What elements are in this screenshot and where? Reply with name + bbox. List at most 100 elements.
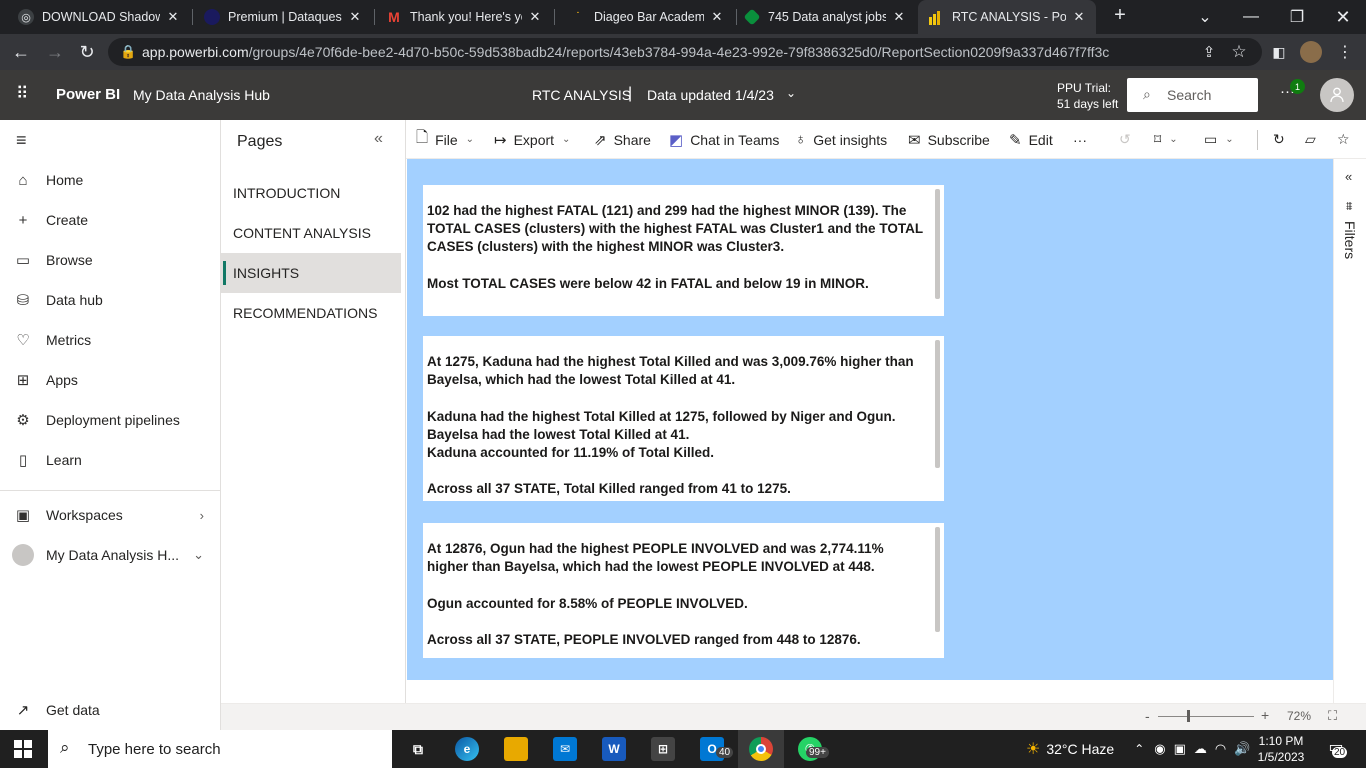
url-bar[interactable]: 🔒 app.powerbi.com/groups/4e70f6de-bee2-4… <box>108 38 1262 66</box>
nav-item-learn[interactable]: ▯ Learn <box>0 440 220 480</box>
zoom-slider-track[interactable] <box>1158 716 1254 717</box>
nav-item-create[interactable]: + Create <box>0 200 220 240</box>
volume-icon[interactable]: 🔊 <box>1234 741 1250 757</box>
windows-start-icon[interactable] <box>14 740 32 761</box>
chat-in-teams-button[interactable]: ◩ Chat in Teams <box>669 120 779 159</box>
word-icon[interactable]: W <box>602 737 626 761</box>
sidepanel-icon[interactable]: ◧ <box>1264 34 1294 70</box>
new-tab-button[interactable]: + <box>1108 4 1132 30</box>
expand-filters-icon[interactable]: « <box>1345 169 1352 184</box>
close-tab-icon[interactable]: ✕ <box>708 9 726 25</box>
page-tab-insights[interactable]: INSIGHTS <box>221 253 401 293</box>
get-data-button[interactable]: ↗ Get data <box>0 690 220 730</box>
nav-item-metrics[interactable]: ♡ Metrics <box>0 320 220 360</box>
record-icon[interactable]: ◉ <box>1154 741 1165 757</box>
nav-item-data-hub[interactable]: ⛁ Data hub <box>0 280 220 320</box>
close-tab-icon[interactable]: ✕ <box>890 9 908 25</box>
weather-text[interactable]: 32°C Haze <box>1046 741 1114 757</box>
reset-icon[interactable]: ↺ <box>1119 120 1131 159</box>
restore-icon[interactable]: ❐ <box>1274 0 1320 34</box>
filters-pane[interactable]: « ⩩ Filters <box>1333 159 1366 730</box>
store-icon[interactable]: ⊞ <box>651 737 675 761</box>
browser-tab-active[interactable]: RTC ANALYSIS - Power ✕ <box>918 0 1096 34</box>
file-menu-button[interactable]: 🗋 File ⌄ <box>416 120 474 159</box>
refresh-icon[interactable]: ↻ <box>1273 120 1285 159</box>
bookmark-star-icon[interactable]: ☆ <box>1224 34 1254 70</box>
browser-tab[interactable]: ◎ DOWNLOAD Shadow ✕ <box>8 0 190 34</box>
fit-to-page-icon[interactable]: ⛶ <box>1328 708 1337 724</box>
forward-icon[interactable]: → <box>40 34 70 70</box>
taskbar-search-input[interactable]: ⌕ Type here to search <box>48 730 392 768</box>
brand-name[interactable]: Power BI <box>56 86 120 103</box>
share-button[interactable]: ⇗ Share <box>594 120 651 159</box>
browser-tab[interactable]: ˙ Diageo Bar Academy ✕ <box>558 0 734 34</box>
app-launcher-icon[interactable]: ⠿ <box>16 84 29 104</box>
onedrive-icon[interactable]: ☁ <box>1194 741 1207 757</box>
nav-item-apps[interactable]: ⊞ Apps <box>0 360 220 400</box>
close-tab-icon[interactable]: ✕ <box>346 9 364 25</box>
collapse-pages-icon[interactable]: « <box>374 130 383 148</box>
close-tab-icon[interactable]: ✕ <box>1070 9 1088 25</box>
export-menu-button[interactable]: ↦ Export ⌄ <box>494 120 570 159</box>
report-action-bar: 🗋 File ⌄ ↦ Export ⌄ ⇗ Share ◩ Chat in Teams ♁ G… <box>406 120 1366 159</box>
minimize-icon[interactable]: — <box>1228 0 1274 34</box>
nav-item-home[interactable]: ⌂ Home <box>0 160 220 200</box>
user-avatar[interactable] <box>1320 78 1354 112</box>
browser-tab[interactable]: Premium | Dataquest ✕ <box>196 0 372 34</box>
zoom-slider-thumb[interactable] <box>1187 710 1190 722</box>
close-tab-icon[interactable]: ✕ <box>526 9 544 25</box>
nav-item-deployment-pipelines[interactable]: ⚙ Deployment pipelines <box>0 400 220 440</box>
comment-icon[interactable]: ▱ <box>1305 120 1316 159</box>
browser-tab[interactable]: 745 Data analyst jobs ✕ <box>740 0 916 34</box>
view-icon[interactable]: ▭ ⌄ <box>1204 120 1234 159</box>
insight-text: Across all 37 STATE, Total Killed ranged… <box>427 481 791 497</box>
reload-icon[interactable]: ↻ <box>72 34 102 70</box>
hamburger-menu-icon[interactable]: ≡ <box>16 130 27 151</box>
page-tab-recommendations[interactable]: RECOMMENDATIONS <box>221 293 401 333</box>
browser-menu-icon[interactable]: ⋮ <box>1330 34 1360 70</box>
profile-avatar[interactable] <box>1300 41 1322 63</box>
mail-icon[interactable]: ✉ <box>553 737 577 761</box>
back-icon[interactable]: ← <box>6 34 36 70</box>
favorite-star-icon[interactable]: ☆ <box>1337 120 1350 159</box>
task-view-icon[interactable]: ⧉ <box>406 737 430 761</box>
chevron-down-icon[interactable]: ⌄ <box>786 86 796 100</box>
get-insights-button[interactable]: ♁ Get insights <box>795 120 887 159</box>
battery-icon[interactable]: ▣ <box>1174 741 1186 757</box>
insight-text: Across all 37 STATE, PEOPLE INVOLVED ran… <box>427 631 861 647</box>
tray-chevron-icon[interactable]: ⌃ <box>1134 742 1144 756</box>
edit-button[interactable]: ✎ Edit <box>1009 120 1053 159</box>
edge-icon[interactable]: e <box>455 737 479 761</box>
file-explorer-icon[interactable] <box>504 737 528 761</box>
zoom-in-icon[interactable]: + <box>1261 707 1269 723</box>
filters-label: Filters <box>1342 221 1358 260</box>
search-input[interactable]: ⌕ Search <box>1127 78 1258 112</box>
home-icon: ⌂ <box>18 171 28 189</box>
apps-icon: ⊞ <box>16 372 30 389</box>
nav-item-my-workspace[interactable]: My Data Analysis H... ⌄ <box>0 535 220 575</box>
browser-tab[interactable]: M Thank you! Here's you ✕ <box>378 0 552 34</box>
subscribe-button[interactable]: ✉ Subscribe <box>908 120 990 159</box>
nav-item-workspaces[interactable]: ▣ Workspaces › <box>0 495 220 535</box>
chrome-icon[interactable] <box>749 737 773 761</box>
page-tab-introduction[interactable]: INTRODUCTION <box>221 173 401 213</box>
share-page-icon[interactable]: ⇪ <box>1194 34 1224 70</box>
workspace-name[interactable]: My Data Analysis Hub <box>133 87 270 103</box>
card-scrollbar[interactable] <box>935 189 940 299</box>
taskbar-clock[interactable]: 1:10 PM 1/5/2023 <box>1252 733 1310 765</box>
folder-icon: ▭ <box>15 252 31 269</box>
report-title: RTC ANALYSIS <box>532 87 632 103</box>
page-tab-content-analysis[interactable]: CONTENT ANALYSIS <box>221 213 401 253</box>
zoom-out-icon[interactable]: - <box>1145 708 1150 724</box>
card-scrollbar[interactable] <box>935 527 940 632</box>
card-scrollbar[interactable] <box>935 340 940 468</box>
close-window-icon[interactable]: ✕ <box>1320 0 1366 34</box>
notification-badge[interactable]: 1 <box>1290 79 1305 94</box>
data-updated-label[interactable]: Data updated 1/4/23 <box>647 87 774 103</box>
tab-search-icon[interactable]: ⌄ <box>1182 0 1228 34</box>
more-actions-button[interactable]: ··· <box>1073 120 1087 159</box>
nav-item-browse[interactable]: ▭ Browse <box>0 240 220 280</box>
bookmark-icon[interactable]: ⌑ ⌄ <box>1154 120 1178 159</box>
close-tab-icon[interactable]: ✕ <box>164 9 182 25</box>
wifi-icon[interactable]: ◠ <box>1215 741 1226 757</box>
